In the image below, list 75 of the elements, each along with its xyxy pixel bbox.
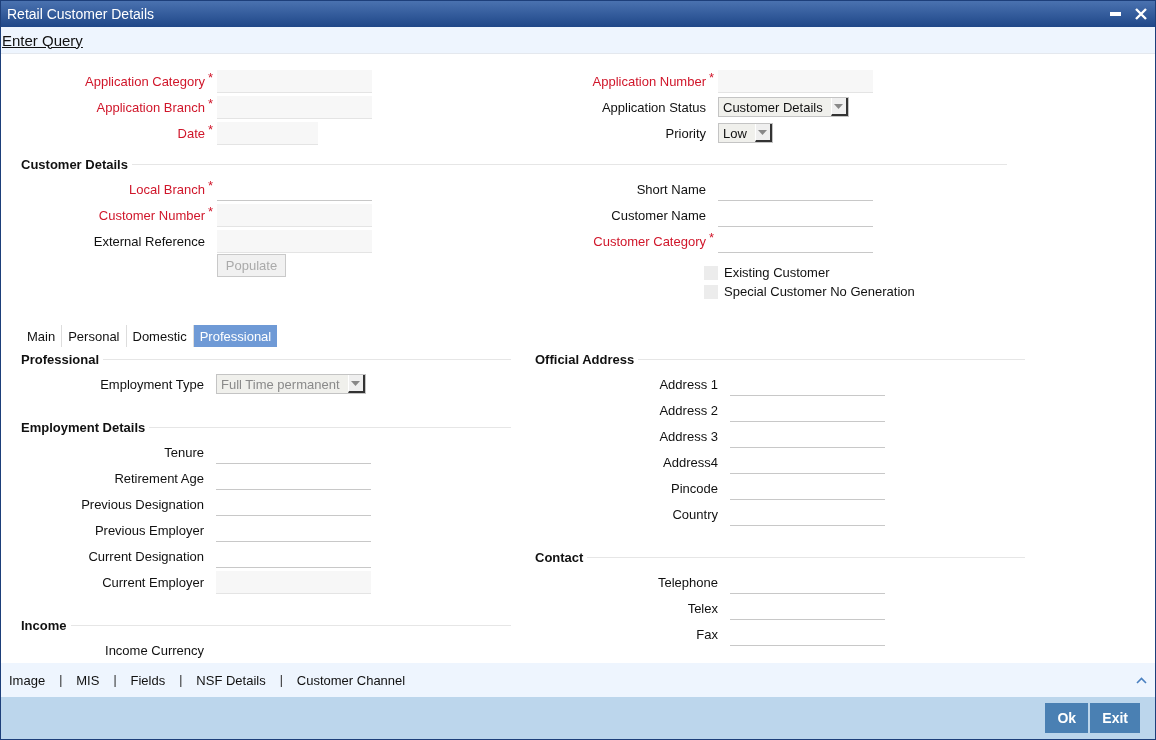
close-icon[interactable] [1135, 8, 1147, 20]
footer-link[interactable]: NSF Details [196, 672, 266, 688]
required-mark: * [709, 230, 715, 245]
checkbox-label: Special Customer No Generation [724, 284, 915, 299]
field-label: Previous Designation [80, 496, 204, 512]
field-label: Fax [695, 626, 718, 642]
separator: | [112, 673, 118, 687]
field-label: Customer Name [610, 207, 706, 223]
field-label: Country [671, 506, 718, 522]
text-field[interactable] [217, 95, 372, 119]
section-title: Employment Details [21, 419, 147, 435]
required-mark: * [208, 122, 214, 137]
field-label: Telephone [657, 574, 718, 590]
field-label: Application Branch [95, 99, 205, 115]
separator: | [178, 673, 184, 687]
field-label: Address 3 [658, 428, 718, 444]
tab[interactable]: Domestic [125, 325, 193, 347]
text-field[interactable] [217, 69, 372, 93]
tab[interactable]: Personal [61, 325, 126, 347]
field-label: Customer Category [592, 233, 706, 249]
section-title: Customer Details [21, 156, 129, 172]
section-title: Official Address [535, 351, 636, 367]
select-field[interactable]: Customer Details [718, 97, 849, 117]
field-label: Employment Type [99, 376, 204, 392]
field-label: Local Branch [128, 181, 205, 197]
footer-link[interactable]: Customer Channel [296, 672, 406, 688]
dropdown-arrow-icon [351, 380, 360, 386]
footer-link[interactable]: Fields [130, 672, 166, 688]
field-label: Telex [686, 600, 718, 616]
field-label: Current Employer [101, 574, 204, 590]
field-label: Address 1 [658, 376, 718, 392]
field-label: Priority [664, 125, 706, 141]
separator: | [58, 673, 64, 687]
exit-button[interactable]: Exit [1090, 703, 1140, 733]
field-label: Date [176, 125, 205, 141]
field-label: Application Status [600, 99, 706, 115]
field-label: Income Currency [104, 642, 204, 658]
section-title: Income [21, 617, 68, 633]
dropdown-arrow-icon [758, 129, 768, 135]
section-title: Professional [21, 351, 101, 367]
footer-link[interactable]: MIS [76, 672, 100, 688]
field-label: Retirement Age [113, 470, 204, 486]
field-label: Customer Number [97, 207, 205, 223]
required-mark: * [208, 96, 214, 111]
field-label: Short Name [635, 181, 706, 197]
required-mark: * [208, 178, 214, 193]
minimize-icon[interactable] [1110, 12, 1121, 16]
text-field[interactable] [217, 203, 372, 227]
window-title: Retail Customer Details [7, 6, 155, 22]
field-label: Current Designation [87, 548, 204, 564]
text-field[interactable] [217, 229, 372, 253]
field-label: Address 2 [658, 402, 718, 418]
section-title: Contact [535, 549, 585, 565]
chevron-up-icon[interactable] [1136, 676, 1147, 684]
text-field[interactable] [216, 570, 371, 594]
ok-button[interactable]: Ok [1045, 703, 1089, 733]
required-mark: * [709, 70, 715, 85]
required-mark: * [208, 70, 214, 85]
required-mark: * [208, 204, 214, 219]
checkbox-label: Existing Customer [724, 265, 830, 280]
field-label: Address4 [662, 454, 718, 470]
separator: | [278, 673, 284, 687]
field-label: External Reference [92, 233, 205, 249]
field-label: Application Number [591, 73, 706, 89]
field-label: Tenure [163, 444, 204, 460]
select-field[interactable]: Low [718, 123, 773, 143]
text-field[interactable] [718, 69, 873, 93]
enter-query-link[interactable]: Enter Query [1, 31, 83, 49]
field-label: Previous Employer [93, 522, 204, 538]
field-label: Pincode [670, 480, 718, 496]
tab[interactable]: Main [21, 325, 62, 347]
field-label: Application Category [84, 73, 205, 89]
footer-link[interactable]: Image [9, 672, 46, 688]
date-field[interactable] [217, 121, 318, 145]
dropdown-arrow-icon [834, 103, 844, 109]
